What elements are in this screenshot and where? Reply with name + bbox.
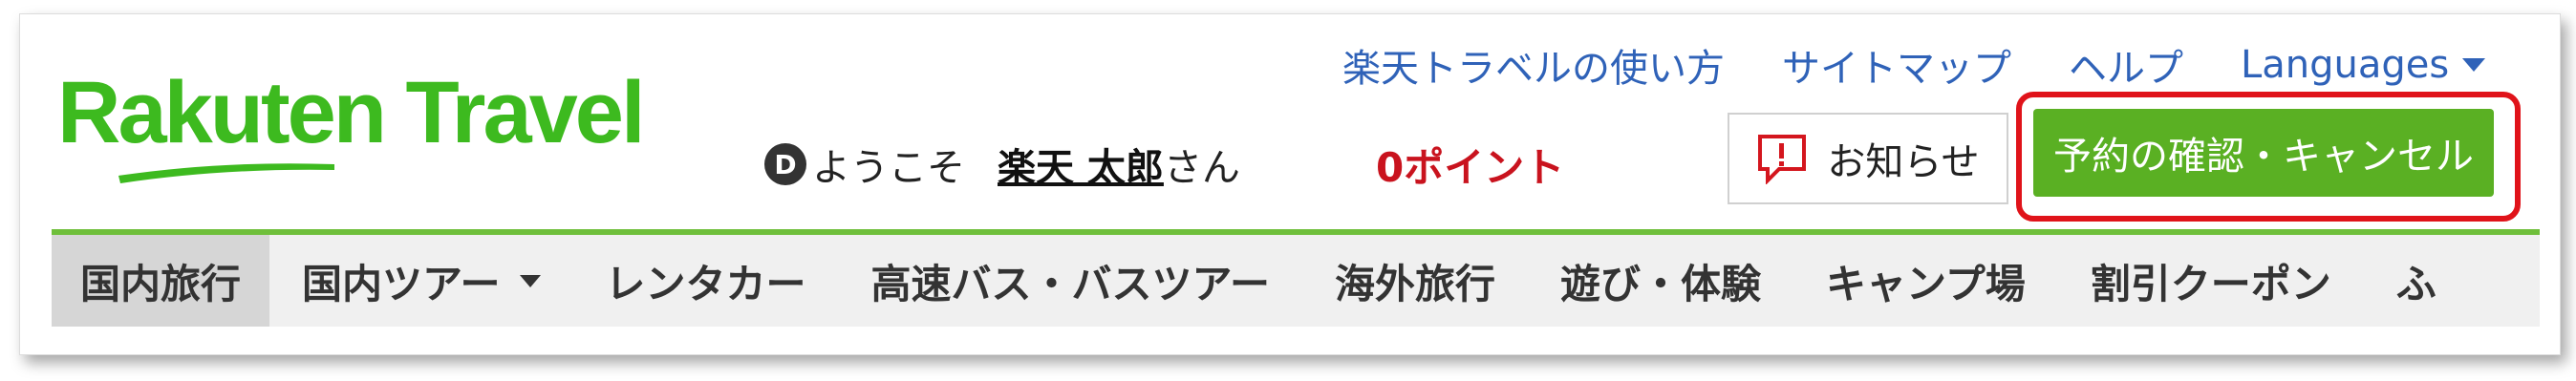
- rakuten-travel-logo[interactable]: Rakuten Travel: [57, 65, 726, 189]
- points-balance[interactable]: 0ポイント: [1376, 134, 1564, 195]
- nav-domestic-tour[interactable]: 国内ツアー: [269, 235, 572, 327]
- nav-highway-bus[interactable]: 高速バス・バスツアー: [839, 235, 1302, 327]
- nav-discount-coupon[interactable]: 割引クーポン: [2058, 235, 2364, 327]
- notification-alert-icon: [1758, 135, 1807, 184]
- nav-label: 高速バス・バスツアー: [870, 260, 1270, 307]
- reservation-check-cancel-button[interactable]: 予約の確認・キャンセル: [2033, 109, 2494, 197]
- top-links: 楽天トラベルの使い方 サイトマップ ヘルプ Languages: [1342, 36, 2486, 94]
- nav-domestic-travel[interactable]: 国内旅行: [52, 235, 270, 327]
- user-name-link[interactable]: 楽天 太郎: [998, 137, 1164, 192]
- chevron-down-icon: [519, 274, 541, 287]
- name-suffix: さん: [1163, 146, 1240, 190]
- logo-swoosh-icon: [118, 163, 334, 183]
- link-help[interactable]: ヘルプ: [2069, 37, 2183, 93]
- nav-label: キャンプ場: [1826, 260, 2026, 307]
- languages-label: Languages: [2241, 43, 2450, 87]
- languages-dropdown[interactable]: Languages: [2241, 43, 2486, 87]
- nav-label: 国内旅行: [80, 260, 242, 307]
- logo-text: Rakuten Travel: [57, 64, 646, 161]
- nav-label: 遊び・体験: [1560, 260, 1762, 307]
- member-rank-badge-icon: D: [764, 143, 806, 185]
- nav-rental-car[interactable]: レンタカー: [573, 235, 839, 327]
- chevron-down-icon: [2462, 58, 2486, 72]
- greeting-text: ようこそ: [812, 146, 965, 190]
- nav-label: 海外旅行: [1335, 260, 1496, 307]
- nav-overseas-travel[interactable]: 海外旅行: [1302, 235, 1528, 327]
- nav-label: ふ: [2395, 260, 2436, 307]
- notifications-button[interactable]: お知らせ: [1728, 113, 2008, 204]
- main-nav: 国内旅行 国内ツアー レンタカー 高速バス・バスツアー 海外旅行 遊び・体験 キ…: [52, 235, 2540, 327]
- welcome-area: D ようこそ 楽天 太郎 さん: [764, 134, 1240, 195]
- nav-label: 国内ツアー: [302, 260, 501, 307]
- notifications-label: お知らせ: [1827, 140, 1980, 184]
- nav-label: レンタカー: [605, 260, 806, 307]
- nav-label: 割引クーポン: [2090, 260, 2331, 307]
- link-how-to-use[interactable]: 楽天トラベルの使い方: [1342, 37, 1725, 93]
- nav-campsite[interactable]: キャンプ場: [1793, 235, 2058, 327]
- link-sitemap[interactable]: サイトマップ: [1782, 37, 2011, 93]
- nav-hometown-tax[interactable]: ふ: [2364, 235, 2469, 327]
- nav-activities[interactable]: 遊び・体験: [1528, 235, 1793, 327]
